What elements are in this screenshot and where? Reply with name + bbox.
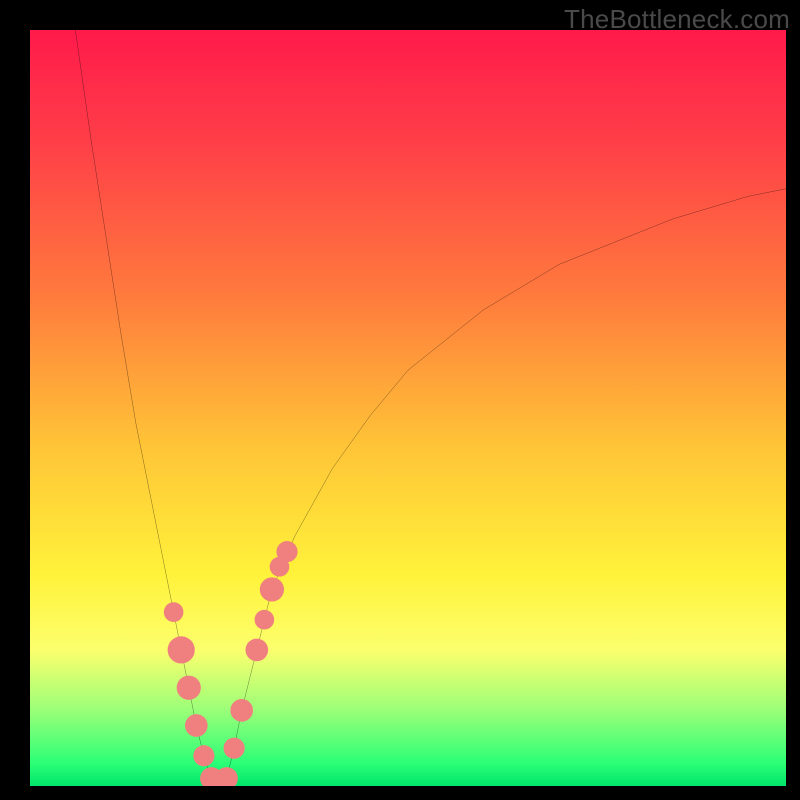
plot-area bbox=[30, 30, 786, 786]
curve-marker bbox=[224, 738, 245, 759]
curve-marker bbox=[276, 541, 297, 562]
curve-marker bbox=[164, 602, 184, 622]
curve-marker bbox=[185, 714, 208, 737]
bottleneck-curve bbox=[75, 30, 786, 786]
curve-marker bbox=[245, 639, 268, 662]
curve-marker bbox=[193, 745, 214, 766]
attribution-text: TheBottleneck.com bbox=[564, 4, 790, 35]
chart-frame: TheBottleneck.com bbox=[0, 0, 800, 800]
curve-marker bbox=[230, 699, 253, 722]
curve-marker bbox=[168, 636, 195, 663]
curve-marker bbox=[260, 577, 284, 601]
chart-svg bbox=[30, 30, 786, 786]
curve-marker bbox=[177, 676, 201, 700]
curve-marker bbox=[255, 610, 275, 630]
